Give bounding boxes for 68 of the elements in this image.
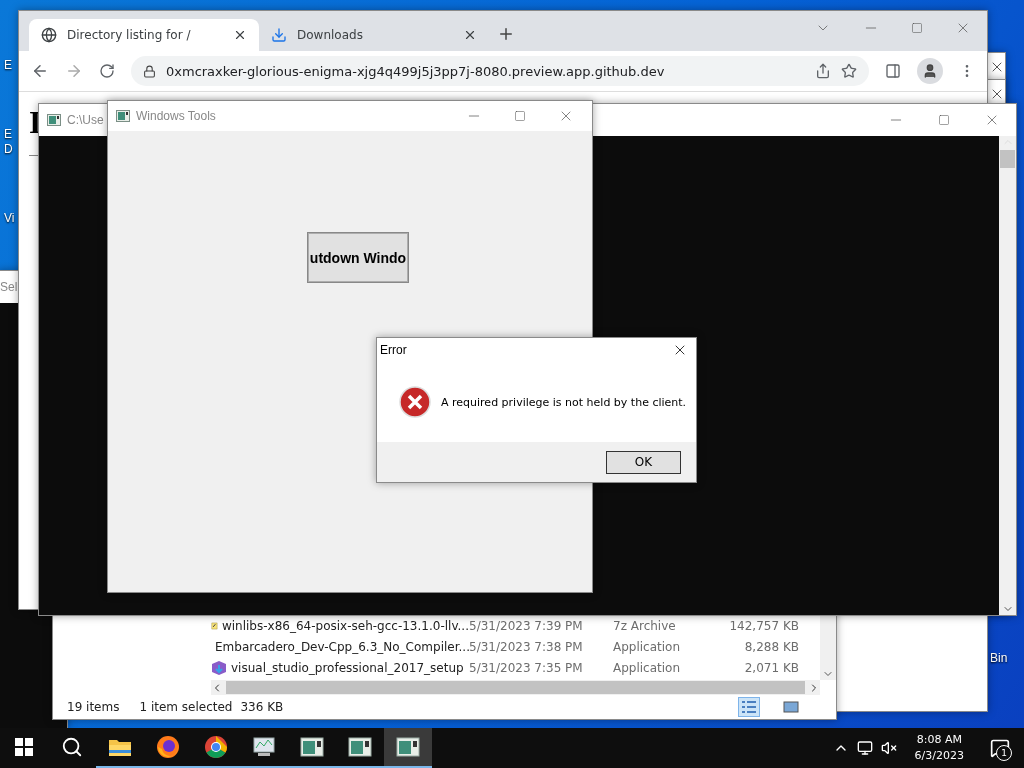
window-title: Windows Tools — [136, 109, 216, 123]
search-icon — [61, 736, 83, 758]
error-icon — [399, 386, 431, 418]
folder-icon — [108, 737, 132, 757]
page-heading: I — [29, 104, 42, 141]
window-title: C:\Use — [67, 113, 104, 127]
close-icon[interactable] — [463, 28, 477, 42]
scrollbar-thumb[interactable] — [226, 681, 805, 694]
download-icon — [271, 27, 287, 43]
dialog-title: Error — [380, 343, 407, 357]
share-icon[interactable] — [815, 63, 831, 79]
desktop-icon-label[interactable]: E — [4, 127, 12, 142]
file-name[interactable]: visual_studio_professional_2017_setup — [211, 659, 469, 676]
ok-button[interactable]: OK — [606, 450, 681, 474]
bookmark-star-icon[interactable] — [841, 63, 857, 79]
file-type: Application — [613, 639, 682, 654]
console-window-icon — [396, 737, 420, 757]
monitor-chart-icon — [252, 736, 276, 758]
globe-icon — [41, 27, 57, 43]
console-window-icon — [300, 737, 324, 757]
maximize-icon[interactable] — [514, 110, 526, 122]
new-tab-icon[interactable] — [497, 25, 515, 43]
file-date: 5/31/2023 7:38 PM — [469, 639, 584, 654]
maximize-icon[interactable] — [938, 114, 950, 126]
profile-avatar[interactable] — [917, 58, 943, 84]
vertical-scrollbar[interactable] — [999, 136, 1016, 615]
desktop-icon-label[interactable]: Vi — [4, 211, 15, 226]
file-size: 2,071 KB — [743, 660, 799, 675]
horizontal-scrollbar[interactable] — [211, 680, 820, 695]
file-date: 5/31/2023 7:39 PM — [469, 618, 584, 633]
scrollbar-thumb[interactable] — [1000, 150, 1015, 168]
address-bar[interactable]: 0xmcraxker-glorious-enigma-xjg4q499j5j3pp7j-8080.preview.app.github.dev — [131, 56, 869, 86]
windows-logo-icon — [15, 738, 33, 756]
desktop-icon-label[interactable]: E — [4, 58, 12, 73]
console-window-icon — [116, 110, 130, 122]
desktop-icon-label[interactable]: Bin — [990, 651, 1008, 666]
back-icon[interactable] — [31, 62, 49, 80]
file-type: 7z Archive — [613, 618, 677, 633]
desktop-icon-label[interactable]: D — [4, 142, 13, 157]
file-size: 142,757 KB — [728, 618, 799, 633]
volume-muted-icon[interactable] — [880, 740, 897, 756]
browser-icon — [156, 735, 180, 759]
file-size: 8,288 KB — [743, 639, 799, 654]
lock-icon[interactable] — [143, 64, 156, 78]
taskbar-app-button[interactable] — [384, 728, 432, 768]
details-view-button[interactable] — [738, 697, 760, 717]
window-text: Sel — [0, 280, 18, 294]
clock[interactable]: 8:08 AM 6/3/2023 — [914, 732, 964, 764]
browser-tab[interactable]: Downloads — [259, 19, 489, 51]
file-name[interactable]: Embarcadero_Dev-Cpp_6.3_No_Compiler... — [211, 638, 469, 655]
file-type: Application — [613, 660, 682, 675]
notification-button[interactable]: 1 — [982, 728, 1018, 768]
notification-icon — [990, 738, 1010, 758]
close-icon[interactable] — [233, 28, 247, 42]
item-count: 19 items — [67, 700, 120, 714]
vertical-scrollbar[interactable] — [820, 615, 836, 680]
network-icon[interactable] — [856, 740, 873, 756]
reload-icon[interactable] — [99, 63, 115, 79]
console-window-icon — [47, 114, 61, 126]
error-message: A required privilege is not held by the client. — [441, 395, 687, 409]
side-panel-icon[interactable] — [885, 63, 901, 79]
selection-status: 1 item selected 336 KB — [139, 700, 284, 714]
file-date: 5/31/2023 7:35 PM — [469, 660, 584, 675]
shutdown-button[interactable]: utdown Windo — [308, 233, 408, 282]
browser-tab[interactable]: Directory listing for / — [29, 19, 259, 51]
installer-icon — [211, 659, 227, 676]
file-name[interactable]: winlibs-x86_64-posix-seh-gcc-13.1.0-llv... — [211, 617, 469, 634]
console-window-icon — [348, 737, 372, 757]
